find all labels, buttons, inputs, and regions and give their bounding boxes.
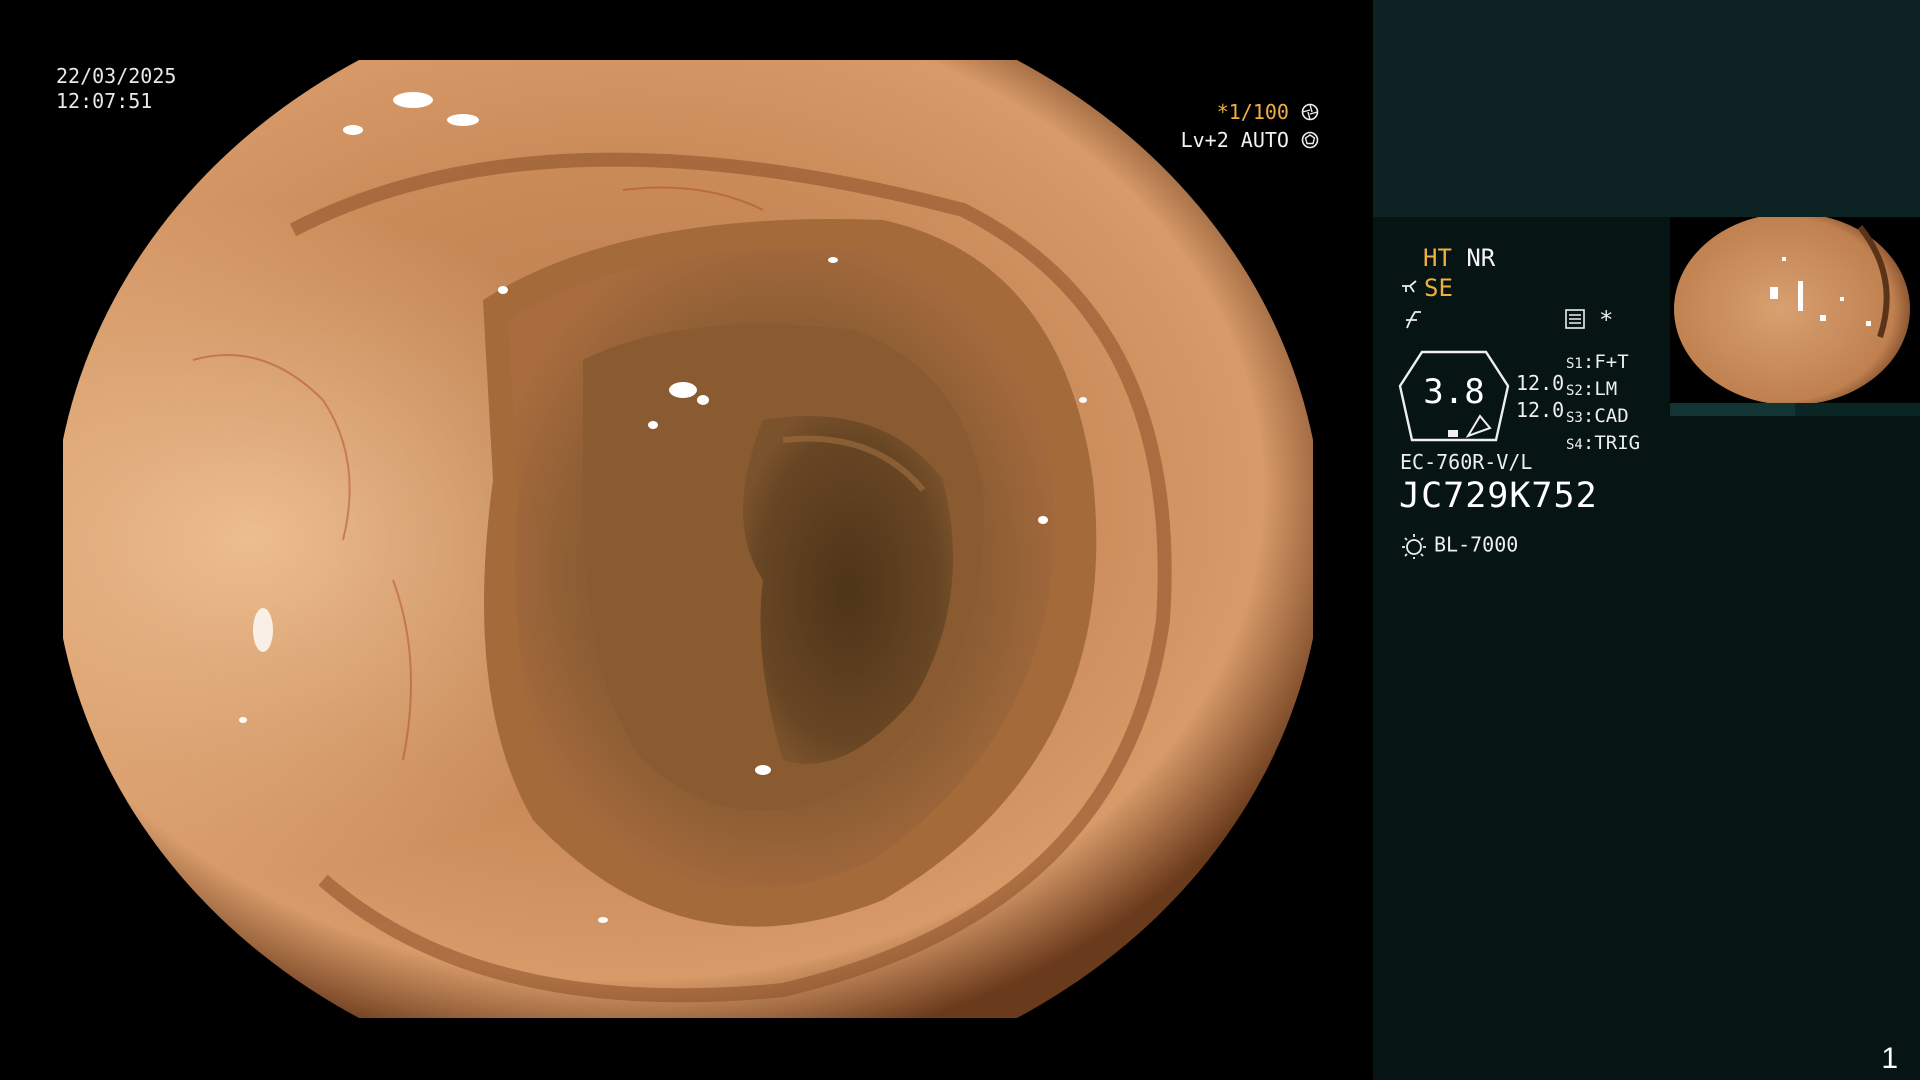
se-mode: SE	[1424, 274, 1453, 302]
scope-model: EC-760R-V/L	[1400, 450, 1533, 474]
scope-serial: JC729K752	[1399, 476, 1598, 516]
endoscope-view: 22/03/2025 12:07:51 *1/100 Lv+2 AUTO	[0, 0, 1373, 1080]
shutter-speed: *1/100	[1216, 100, 1289, 124]
page-number: 1	[1881, 1042, 1898, 1075]
light-source-icon	[1402, 534, 1426, 559]
exposure-readout: *1/100 Lv+2 AUTO	[1181, 98, 1319, 154]
colon-lumen-image	[63, 60, 1313, 1018]
switch-assignments: S1:F+T S2:LM S3:CAD S4:TRIG	[1566, 350, 1640, 458]
image-mode-row: HT NR	[1423, 244, 1495, 272]
light-source-label: BL-7000	[1434, 532, 1519, 557]
star-mark: *	[1599, 306, 1614, 334]
switch-row: S3:CAD	[1566, 405, 1629, 427]
switch-row: S2:LM	[1566, 378, 1618, 400]
captured-image-thumbnail[interactable]	[1670, 217, 1920, 403]
structure-enhance-row: SE	[1400, 274, 1453, 302]
nr-mode: NR	[1466, 244, 1496, 272]
endoscopic-image	[63, 60, 1313, 1018]
iris-icon	[1301, 131, 1319, 149]
light-level: Lv+2 AUTO	[1180, 128, 1289, 152]
date-time-readout: 22/03/2025 12:07:51	[56, 64, 176, 114]
record-icon	[1565, 309, 1585, 329]
light-source: BL-7000	[1400, 532, 1518, 560]
zoom-values: 12.0 12.0	[1516, 370, 1564, 424]
zoom-value-b: 12.0	[1516, 398, 1565, 422]
zoom-indicator: 3.8	[1398, 350, 1510, 442]
zoom-value-a: 12.0	[1516, 371, 1565, 395]
thumbnail-image	[1674, 217, 1910, 403]
shutter-icon	[1301, 103, 1319, 121]
panel-header-area	[1373, 0, 1920, 217]
info-panel: HT NR SE * 3.8 12.0 12.0 S1:F+T S2:LM S3…	[1373, 0, 1920, 1080]
date-text: 22/03/2025	[56, 64, 177, 88]
thumbnail-status-bar	[1670, 403, 1920, 416]
color-mode-icon	[1406, 311, 1421, 329]
switch-row: S4:TRIG	[1566, 432, 1641, 454]
zoom-value: 3.8	[1423, 372, 1485, 412]
structure-enhance-icon	[1402, 280, 1417, 293]
time-text: 12:07:51	[56, 89, 153, 113]
switch-row: S1:F+T	[1566, 351, 1629, 373]
ht-mode: HT	[1423, 244, 1452, 272]
